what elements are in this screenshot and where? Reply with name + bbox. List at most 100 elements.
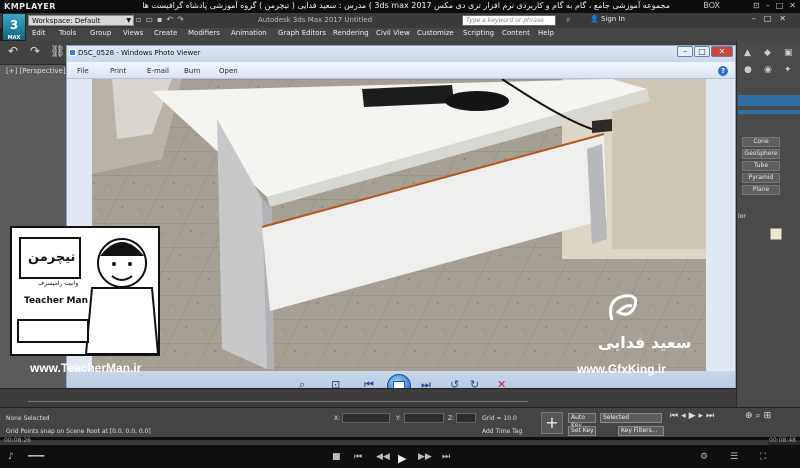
minimize-icon[interactable]: – [677, 46, 693, 57]
save-icon[interactable]: ▪ [157, 15, 166, 24]
key-filters-button[interactable]: Key Filters... [618, 426, 664, 436]
undo-icon[interactable]: ↶ [8, 44, 18, 58]
teacherman-caricature [17, 237, 160, 355]
command-panel-tab-modify-icon[interactable]: ◆ [764, 48, 771, 58]
fast-forward-icon[interactable]: ▶▶ [418, 452, 432, 462]
rewind-icon[interactable]: ◀◀ [376, 452, 390, 462]
pin-icon[interactable]: ⊡ [753, 1, 760, 10]
z-coord-field[interactable] [456, 413, 476, 423]
photo-display[interactable] [92, 79, 706, 371]
menu-group[interactable]: Group [90, 29, 111, 37]
quick-access-toolbar: ▫▭▪↶↷ [136, 15, 188, 24]
tube-button[interactable]: Tube [742, 161, 780, 171]
playback-controls[interactable]: ⏮◂▶▸⏭ [670, 411, 717, 421]
viewer-menu-open[interactable]: Open [219, 67, 238, 75]
open-file-icon[interactable]: ▭ [145, 15, 157, 24]
menu-civil-view[interactable]: Civil View [376, 29, 410, 37]
x-coord-field[interactable] [342, 413, 390, 423]
elapsed-time: 00:08:26 [4, 437, 31, 444]
link-icon[interactable]: ⛓ [50, 44, 65, 58]
menu-customize[interactable]: Customize [417, 29, 454, 37]
menu-modifiers[interactable]: Modifiers [188, 29, 220, 37]
lights-icon[interactable]: ✦ [784, 65, 792, 75]
viewport-label[interactable]: [+] [Perspective] [6, 67, 66, 75]
command-panel-tab-hierarchy-icon[interactable]: ▣ [784, 48, 793, 58]
geometry-icon[interactable]: ● [744, 65, 752, 75]
teacherman-logo-subtitle: وانیت رامیسرف [38, 280, 79, 287]
menu-animation[interactable]: Animation [231, 29, 267, 37]
menu-content[interactable]: Content [502, 29, 530, 37]
set-key-button[interactable]: Set Key [568, 426, 596, 436]
rollout-header[interactable] [738, 110, 800, 114]
auto-key-button[interactable]: Auto Key [568, 413, 596, 429]
menu-graph-editors[interactable]: Graph Editors [278, 29, 326, 37]
close-icon[interactable]: ✕ [789, 1, 796, 10]
grid-size: Grid = 10.0 [482, 415, 517, 422]
search-input[interactable]: Type a keyword or phrase [462, 15, 556, 26]
menu-scripting[interactable]: Scripting [463, 29, 494, 37]
viewer-menu-print[interactable]: Print [110, 67, 126, 75]
volume-icon[interactable]: ♪ [8, 452, 14, 462]
timeline-track[interactable] [28, 401, 528, 406]
sign-in-button[interactable]: 👤 Sign In [590, 15, 625, 23]
help-icon[interactable]: ? [718, 66, 728, 76]
settings-icon[interactable]: ⚙ [700, 452, 708, 462]
geosphere-button[interactable]: GeoSphere [742, 149, 780, 159]
object-type-dropdown[interactable] [738, 95, 800, 106]
command-panel-tab-create-icon[interactable]: ▲ [744, 48, 751, 58]
menu-tools[interactable]: Tools [59, 29, 76, 37]
menu-rendering[interactable]: Rendering [333, 29, 369, 37]
instructor-name: سعید فدایی [598, 333, 692, 352]
maximize-icon[interactable]: □ [776, 1, 784, 10]
new-file-icon[interactable]: ▫ [136, 15, 145, 24]
redo-icon[interactable]: ↷ [177, 15, 188, 24]
next-track-icon[interactable]: ⏭ [442, 452, 450, 462]
teacherman-logo-text: Teacher Man [24, 296, 88, 306]
shapes-icon[interactable]: ◉ [764, 65, 772, 75]
close-icon[interactable]: ✕ [711, 46, 733, 57]
menu-views[interactable]: Views [123, 29, 143, 37]
maximize-icon[interactable]: □ [694, 46, 710, 57]
cone-button[interactable]: Cone [742, 137, 780, 147]
redo-icon[interactable]: ↷ [30, 44, 40, 58]
minimize-icon[interactable]: – [766, 1, 770, 10]
search-binoculars-icon[interactable]: ⌕ [566, 15, 573, 25]
volume-slider[interactable]: ━━━ [28, 452, 44, 462]
user-icon: 👤 [590, 15, 601, 23]
add-time-tag[interactable]: Add Time Tag [482, 428, 522, 435]
x-coord-label: X: [334, 415, 341, 422]
pyramid-button[interactable]: Pyramid [742, 173, 780, 183]
main-menu-bar: Edit Tools Group Views Create Modifiers … [26, 28, 800, 41]
viewer-menu-burn[interactable]: Burn [184, 67, 200, 75]
teacherman-website: www.TeacherMan.ir [30, 361, 142, 375]
viewport-nav-icons[interactable]: ⊕⌕⊞ [745, 411, 774, 421]
maximize-icon[interactable]: □ [764, 14, 780, 23]
undo-icon[interactable]: ↶ [166, 15, 177, 24]
plane-button[interactable]: Plane [742, 185, 780, 195]
menu-create[interactable]: Create [154, 29, 177, 37]
fullscreen-icon[interactable]: ⛶ [760, 452, 766, 462]
max-app-logo[interactable]: 3 MAX [2, 13, 26, 41]
z-coord-label: Z: [448, 415, 455, 422]
y-coord-field[interactable] [404, 413, 444, 423]
previous-track-icon[interactable]: ⏮ [354, 452, 362, 462]
menu-edit[interactable]: Edit [32, 29, 46, 37]
object-color-swatch[interactable] [770, 228, 782, 240]
kmplayer-box-label[interactable]: BOX [703, 1, 720, 10]
selected-dropdown[interactable]: Selected [600, 413, 662, 423]
chevron-down-icon: ▼ [126, 17, 131, 24]
menu-help[interactable]: Help [538, 29, 554, 37]
minimize-icon[interactable]: – [752, 14, 764, 23]
stop-icon[interactable]: ■ [332, 452, 341, 462]
kmplayer-logo[interactable]: KMPLAYER [4, 2, 56, 11]
playlist-icon[interactable]: ☰ [730, 452, 738, 462]
viewer-menu-email[interactable]: E-mail [147, 67, 169, 75]
workspace-dropdown[interactable]: Workspace: Default ▼ [28, 15, 134, 26]
photo-viewer-menubar: File Print E-mail Burn Open [67, 62, 735, 79]
play-icon[interactable]: ▶ [398, 452, 406, 465]
viewer-menu-file[interactable]: File [77, 67, 89, 75]
max-logo-sub: MAX [7, 35, 21, 41]
add-key-button[interactable]: + [541, 412, 563, 434]
close-icon[interactable]: ✕ [779, 14, 794, 23]
max-logo-number: 3 [9, 18, 19, 32]
